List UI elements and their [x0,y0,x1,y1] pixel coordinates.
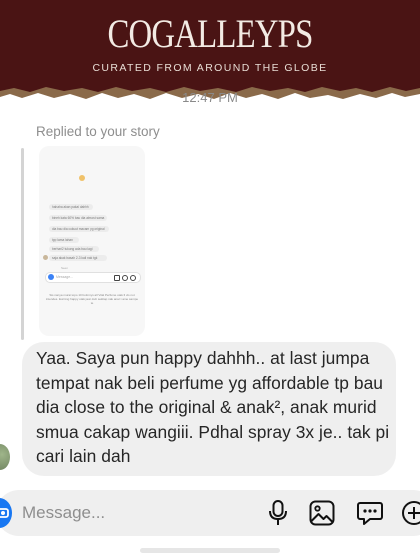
story-bubble: saja akak basah 2-3 kali nak tgk [49,255,107,261]
brand-subtitle: CURATED FROM AROUND THE GLOBE [92,62,328,74]
story-bubble: berhari2 tukung ada bau lagi [49,246,99,252]
gallery-icon [114,275,120,281]
story-bubble: dia bau dia cukuut macam yg original [49,226,109,232]
message-input[interactable]: Message... [22,503,105,523]
camera-icon[interactable] [0,498,12,528]
microphone-icon[interactable] [264,498,292,528]
story-avatar [43,255,48,260]
story-bubble: bineh kata 60% bau dia almost sama [49,215,107,221]
story-input-placeholder: Message... [56,275,74,279]
avatar[interactable] [0,444,10,470]
add-icon [130,275,136,281]
camera-icon [48,274,54,280]
story-bubble: tpp lama lahan [49,237,79,243]
gallery-icon[interactable] [308,498,336,528]
sticker-icon [122,275,128,281]
reply-indicator-bar [21,148,24,340]
home-indicator [140,548,280,553]
brand-title: COGALLEYPS [107,11,313,56]
sticker-icon[interactable] [356,498,384,528]
story-footer-text: Sis nanya murai topo 10 botinnys all Vit… [45,293,139,305]
story-seen-label: Seen [61,266,69,270]
add-icon[interactable] [400,498,420,528]
story-preview[interactable]: hahaha akan pakai dahhh bineh kata 60% b… [39,146,145,336]
brand-banner: COGALLEYPS CURATED FROM AROUND THE GLOBE [0,0,420,84]
replied-story-label: Replied to your story [36,124,160,139]
story-dot [79,175,85,181]
story-input-preview: Message... [45,272,141,283]
message-text: Yaa. Saya pun happy dahhh.. at last jump… [36,348,390,466]
status-time: 12:47 PM [182,90,238,105]
story-bubble: hahaha akan pakai dahhh [49,204,93,210]
